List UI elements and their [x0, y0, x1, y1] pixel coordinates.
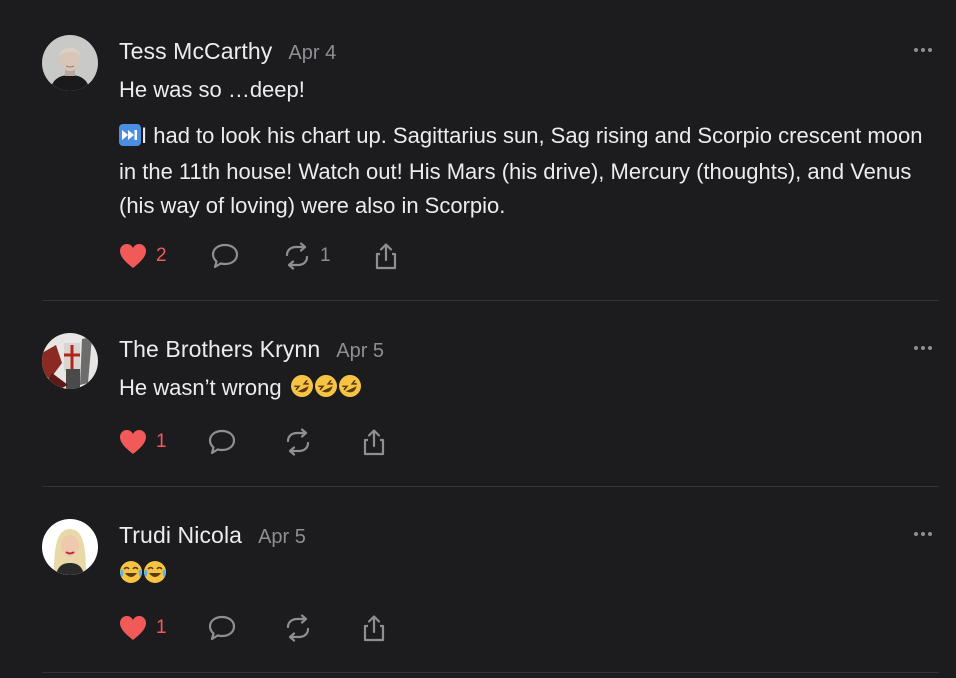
reply-button[interactable]	[207, 613, 237, 643]
author-name[interactable]: Tess McCarthy	[119, 38, 272, 65]
repost-button[interactable]	[283, 613, 313, 643]
comment-date: Apr 5	[336, 340, 385, 362]
more-options-icon[interactable]	[906, 524, 940, 544]
reply-button[interactable]	[207, 427, 237, 457]
like-count: 2	[156, 245, 167, 266]
like-count: 1	[156, 431, 167, 452]
heart-filled-icon	[120, 430, 146, 454]
share-icon	[363, 429, 385, 456]
comment-paragraph	[119, 557, 934, 594]
like-button[interactable]: 1	[118, 427, 167, 457]
divider	[42, 486, 939, 487]
like-count: 1	[156, 617, 167, 638]
avatar[interactable]	[42, 35, 98, 91]
comment-paragraph: He was so …deep!	[119, 77, 305, 102]
comment-body: He wasn’t wrong	[119, 371, 934, 408]
next-track-icon	[119, 122, 141, 156]
comment-paragraph-text: He wasn’t wrong	[119, 375, 282, 400]
more-options-icon[interactable]	[906, 40, 940, 60]
comment-body	[119, 557, 934, 594]
repost-icon	[285, 242, 309, 270]
comment-header: The Brothers Krynn Apr 5	[119, 336, 384, 363]
share-button[interactable]	[359, 427, 389, 457]
author-name[interactable]: The Brothers Krynn	[119, 336, 320, 363]
repost-button[interactable]	[283, 427, 313, 457]
divider	[42, 300, 939, 301]
comment-date: Apr 4	[288, 42, 337, 64]
comment-paragraph-text: I had to look his chart up. Sagittarius …	[119, 122, 923, 218]
speech-bubble-icon	[211, 243, 239, 269]
share-button[interactable]	[359, 613, 389, 643]
repost-button[interactable]: 1	[282, 241, 331, 271]
joy-emoji-icon	[119, 560, 167, 594]
divider	[42, 672, 939, 673]
repost-count: 1	[320, 245, 331, 266]
repost-icon	[286, 428, 310, 456]
comment-thread: Tess McCarthy Apr 4 He was so …deep! I h…	[0, 0, 956, 678]
speech-bubble-icon	[208, 615, 236, 641]
comment-date: Apr 5	[258, 526, 306, 548]
avatar[interactable]	[42, 333, 98, 389]
avatar[interactable]	[42, 519, 98, 575]
heart-filled-icon	[120, 244, 146, 268]
author-name[interactable]: Trudi Nicola	[119, 522, 242, 549]
comment-header: Tess McCarthy Apr 4	[119, 38, 336, 65]
share-icon	[363, 615, 385, 642]
speech-bubble-icon	[208, 429, 236, 455]
comment-paragraph: He wasn’t wrong	[119, 371, 934, 408]
share-icon	[375, 243, 397, 270]
repost-icon	[286, 614, 310, 642]
rofl-emoji-icon	[290, 374, 362, 408]
comment-header: Trudi Nicola Apr 5	[119, 522, 306, 549]
heart-filled-icon	[120, 616, 146, 640]
share-button[interactable]	[371, 241, 401, 271]
more-options-icon[interactable]	[906, 338, 940, 358]
like-button[interactable]: 1	[118, 613, 167, 643]
comment-paragraph-with-icon: I had to look his chart up. Sagittarius …	[119, 119, 934, 223]
like-button[interactable]: 2	[118, 241, 167, 271]
comment-body: He was so …deep! I had to look his chart…	[119, 73, 934, 222]
reply-button[interactable]	[210, 241, 240, 271]
